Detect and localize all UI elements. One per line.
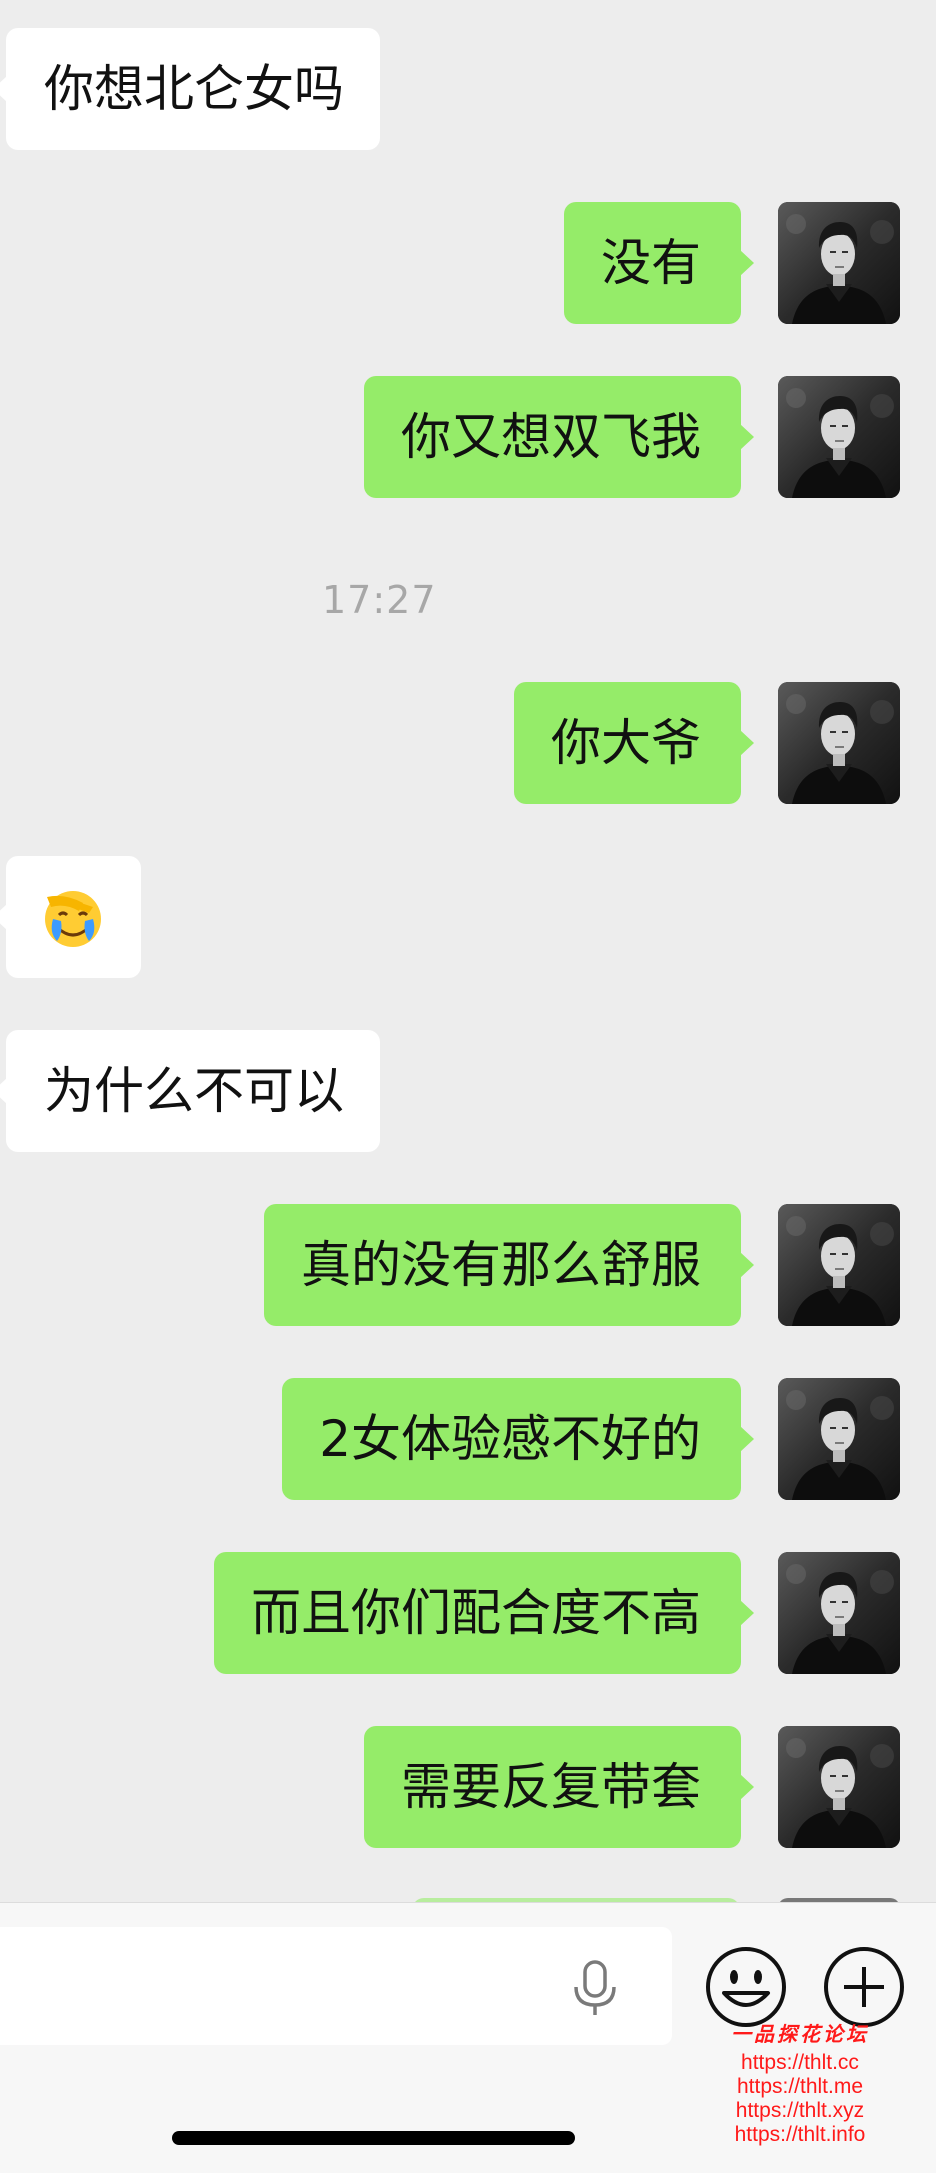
outgoing-bubble[interactable]: 你大爷 [514,682,754,804]
outgoing-bubble[interactable]: 你又想双飞我 [364,376,754,498]
plus-circle-icon[interactable] [822,1945,906,2029]
chat-area[interactable]: 你想北仑女吗 没有 你又想双飞我 17:27 你大爷 为什么不可以 真的没有那么… [0,0,936,1900]
message-row-incoming: 你想北仑女吗 [0,28,936,150]
watermark: 一品探花论坛 https://thlt.cc https://thlt.me h… [700,2018,900,2147]
outgoing-bubble[interactable]: 没有 [564,202,754,324]
watermark-title: 一品探花论坛 [731,2022,869,2046]
message-row-outgoing: 你又想双飞我 [0,376,936,498]
message-row-outgoing: 你大爷 [0,682,936,804]
message-row-outgoing: 真的没有那么舒服 [0,1204,936,1326]
incoming-bubble[interactable]: 为什么不可以 [0,1030,380,1152]
avatar[interactable] [778,376,900,498]
message-row-outgoing: 需要反复带套 [0,1726,936,1848]
avatar[interactable] [778,1204,900,1326]
avatar[interactable] [778,202,900,324]
message-row-outgoing: 没有 [0,202,936,324]
smiley-icon[interactable] [704,1945,788,2029]
outgoing-bubble[interactable]: 真的没有那么舒服 [264,1204,754,1326]
avatar[interactable] [778,1378,900,1500]
message-row-outgoing: 而且你们配合度不高 [0,1552,936,1674]
home-indicator[interactable] [172,2131,575,2145]
avatar[interactable] [778,1726,900,1848]
watermark-link[interactable]: https://thlt.info [700,2123,900,2147]
incoming-bubble[interactable]: 你想北仑女吗 [0,28,380,150]
outgoing-bubble[interactable]: 2女体验感不好的 [282,1378,754,1500]
message-row-incoming: 为什么不可以 [0,1030,936,1152]
message-timestamp: 17:27 [322,578,437,622]
watermark-link[interactable]: https://thlt.cc [700,2051,900,2075]
message-input[interactable] [0,1927,672,2045]
microphone-icon[interactable] [570,1959,620,2017]
incoming-emoji-bubble[interactable] [0,856,141,978]
avatar[interactable] [778,682,900,804]
outgoing-bubble[interactable]: 而且你们配合度不高 [214,1552,754,1674]
outgoing-bubble[interactable]: 需要反复带套 [364,1726,754,1848]
watermark-link[interactable]: https://thlt.xyz [700,2099,900,2123]
message-row-outgoing: 2女体验感不好的 [0,1378,936,1500]
message-row-incoming [0,856,936,978]
avatar[interactable] [778,1552,900,1674]
facepalm-crying-emoji-icon [45,891,101,947]
watermark-link[interactable]: https://thlt.me [700,2075,900,2099]
